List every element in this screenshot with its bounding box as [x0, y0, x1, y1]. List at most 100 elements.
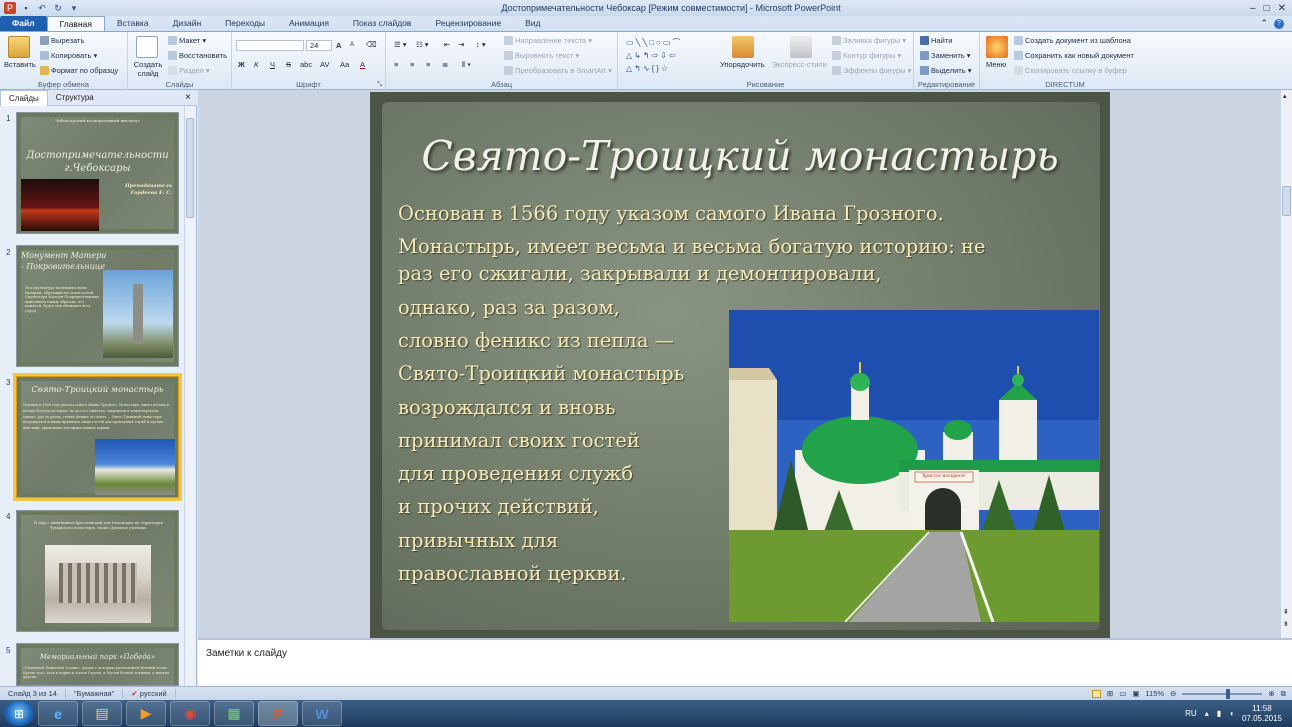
- tab-view[interactable]: Вид: [513, 16, 552, 31]
- zoom-slider-thumb[interactable]: [1226, 688, 1231, 699]
- zoom-out-icon[interactable]: ⊖: [1170, 689, 1176, 698]
- slideshow-icon[interactable]: ▣: [1132, 689, 1139, 698]
- select-button[interactable]: Выделить ▾: [920, 66, 971, 75]
- close-icon[interactable]: ✕: [1278, 3, 1286, 14]
- reading-view-icon[interactable]: ▭: [1119, 689, 1126, 698]
- tab-animations[interactable]: Анимация: [277, 16, 341, 31]
- shadow-button[interactable]: abc: [300, 60, 312, 69]
- create-from-template-button[interactable]: Создать документ из шаблона: [1014, 36, 1131, 45]
- grow-font-button[interactable]: A: [336, 41, 341, 50]
- italic-button[interactable]: К: [254, 60, 258, 69]
- body-line[interactable]: возрождался и вновь: [398, 396, 615, 419]
- new-slide-button[interactable]: Создать слайд: [132, 60, 164, 78]
- undo-icon[interactable]: ↶: [36, 2, 48, 14]
- body-line[interactable]: Монастырь, имеет весьма и весьма богатую…: [398, 235, 986, 258]
- body-line[interactable]: словно феникс из пепла —: [398, 329, 674, 352]
- theme-name[interactable]: "Бумажная": [66, 689, 124, 698]
- copy-link-button[interactable]: Скопировать ссылку в буфер: [1014, 66, 1127, 75]
- body-line[interactable]: и прочих действий,: [398, 495, 599, 518]
- new-slide-icon[interactable]: [136, 36, 158, 58]
- decrease-indent-icon[interactable]: ⇤: [444, 40, 450, 49]
- replace-button[interactable]: Заменить ▾: [920, 51, 971, 60]
- prev-slide-icon[interactable]: ⇞: [1283, 608, 1289, 616]
- slide-thumbnail-4[interactable]: В саду с памятником Крестьянский дом Над…: [16, 510, 179, 632]
- char-spacing-button[interactable]: AV: [320, 60, 329, 69]
- save-icon[interactable]: ▪: [20, 2, 32, 14]
- shape-outline-button[interactable]: Контур фигуры ▾: [832, 51, 901, 60]
- arrange-icon[interactable]: [732, 36, 754, 58]
- zoom-slider[interactable]: [1182, 688, 1263, 699]
- slide-thumbnail-1[interactable]: Чебоксарский кооперативный институт Дост…: [16, 112, 179, 234]
- normal-view-icon[interactable]: [1091, 689, 1101, 698]
- powerpoint-app-icon[interactable]: P: [4, 2, 16, 14]
- shape-effects-button[interactable]: Эффекты фигуры ▾: [832, 66, 911, 75]
- font-color-button[interactable]: A: [360, 60, 365, 69]
- body-line[interactable]: привычных для: [398, 529, 558, 552]
- input-language[interactable]: RU: [1185, 709, 1197, 718]
- bullets-icon[interactable]: ☰ ▾: [394, 40, 407, 49]
- tray-arrow-icon[interactable]: ▴: [1205, 709, 1209, 718]
- align-center-icon[interactable]: ≡: [410, 60, 414, 69]
- format-painter-button[interactable]: Формат по образцу: [40, 66, 118, 75]
- arrange-button[interactable]: Упорядочить: [720, 60, 765, 69]
- word-taskbar-icon[interactable]: W: [302, 701, 342, 726]
- reset-button[interactable]: Восстановить: [168, 51, 227, 60]
- scroll-up-icon[interactable]: ▴: [1283, 92, 1287, 100]
- slide-thumbnail-5[interactable]: Мемориальный парк «Победа» «Монумент Вои…: [16, 643, 179, 686]
- panel-scroll-thumb[interactable]: [186, 118, 194, 218]
- body-line[interactable]: принимал своих гостей: [398, 429, 640, 452]
- media-player-icon[interactable]: ▶: [126, 701, 166, 726]
- line-spacing-icon[interactable]: ↕ ▾: [476, 40, 486, 49]
- tab-file[interactable]: Файл: [0, 16, 47, 31]
- maximize-icon[interactable]: □: [1264, 3, 1270, 14]
- powerpoint-taskbar-icon[interactable]: P: [258, 701, 298, 726]
- ribbon-collapse-icon[interactable]: ⌃: [1260, 18, 1268, 29]
- file-explorer-icon[interactable]: ▤: [82, 701, 122, 726]
- paste-button[interactable]: Вставить: [4, 60, 36, 69]
- shrink-font-button[interactable]: A: [350, 42, 354, 48]
- help-icon[interactable]: ?: [1274, 18, 1284, 29]
- current-slide[interactable]: Свято-Троицкий монастырь Основан в 1566 …: [370, 92, 1110, 638]
- directum-menu-button[interactable]: Меню: [986, 60, 1006, 69]
- copy-button[interactable]: Копировать ▾: [40, 51, 97, 60]
- editor-scrollbar[interactable]: ▴ ⇞ ⇟: [1280, 90, 1292, 638]
- numbering-icon[interactable]: ☷ ▾: [416, 40, 429, 49]
- notes-pane[interactable]: Заметки к слайду: [198, 638, 1292, 686]
- cut-button[interactable]: Вырезать: [40, 36, 84, 45]
- paste-icon[interactable]: [8, 36, 30, 58]
- internet-explorer-icon[interactable]: e: [38, 701, 78, 726]
- slide-thumbnail-3[interactable]: Свято-Троицкий монастырь Основан в 1566 …: [13, 373, 182, 501]
- find-button[interactable]: Найти: [920, 36, 952, 45]
- smartart-button[interactable]: Преобразовать в SmartArt ▾: [504, 66, 612, 75]
- body-line[interactable]: для проведения служб: [398, 462, 633, 485]
- customize-qat-icon[interactable]: ▾: [68, 2, 80, 14]
- calculator-icon[interactable]: ▦: [214, 701, 254, 726]
- tab-home[interactable]: Главная: [46, 16, 105, 31]
- font-size-select[interactable]: 24: [306, 40, 332, 51]
- section-button[interactable]: Раздел ▾: [168, 66, 210, 75]
- tab-slides-panel[interactable]: Слайды: [0, 89, 48, 106]
- slide-title[interactable]: Свято-Троицкий монастырь: [370, 132, 1110, 180]
- body-line[interactable]: однако, раз за разом,: [398, 296, 620, 319]
- quick-styles-button[interactable]: Экспресс-стили: [772, 60, 827, 69]
- tab-slideshow[interactable]: Показ слайдов: [341, 16, 424, 31]
- zoom-level[interactable]: 115%: [1145, 689, 1164, 698]
- minimize-icon[interactable]: –: [1250, 3, 1256, 14]
- tab-design[interactable]: Дизайн: [161, 16, 214, 31]
- align-right-icon[interactable]: ≡: [426, 60, 430, 69]
- shape-fill-button[interactable]: Заливка фигуры ▾: [832, 36, 906, 45]
- shapes-gallery[interactable]: ▭╲╲□○▭⌒ △↳↰⇨⇩⇦ △↰∿{}☆: [626, 36, 716, 75]
- network-icon[interactable]: ▮: [1217, 709, 1221, 718]
- chrome-icon[interactable]: ◉: [170, 701, 210, 726]
- language-indicator[interactable]: ✔ русский: [123, 689, 176, 698]
- tab-transitions[interactable]: Переходы: [213, 16, 277, 31]
- zoom-in-icon[interactable]: ⊕: [1268, 689, 1274, 698]
- justify-icon[interactable]: ≣: [442, 60, 448, 69]
- increase-indent-icon[interactable]: ⇥: [458, 40, 464, 49]
- redo-icon[interactable]: ↻: [52, 2, 64, 14]
- clear-format-icon[interactable]: ⌫: [366, 40, 377, 49]
- bold-button[interactable]: Ж: [238, 60, 245, 69]
- windows-start-icon[interactable]: ⊞: [4, 701, 34, 726]
- slide-thumbnail-2[interactable]: Монумент Матери - Покровительнице Эта ск…: [16, 245, 179, 367]
- fit-to-window-icon[interactable]: ⧉: [1281, 689, 1286, 699]
